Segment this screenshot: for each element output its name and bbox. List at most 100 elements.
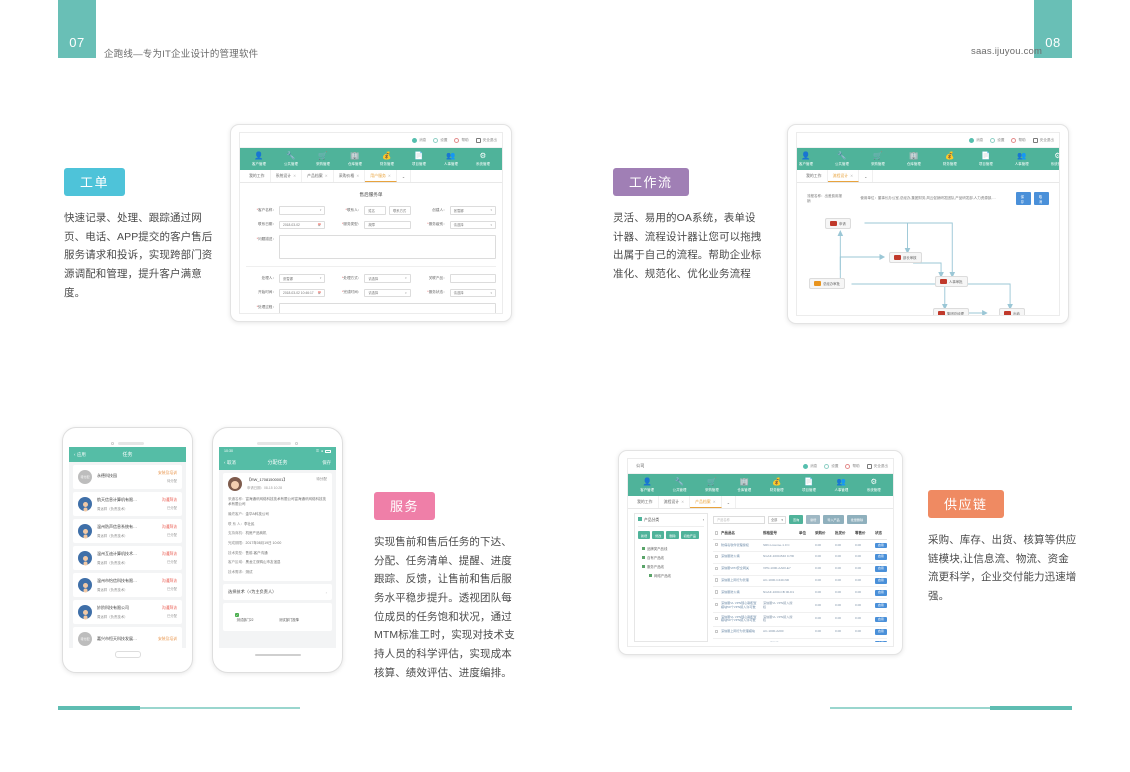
table-row[interactable]: 深信服VL VPN随心聊配置模块50个VPN接入许可数 深信服VL VPN接入授… (713, 612, 887, 627)
process-desc-textarea[interactable] (279, 303, 496, 313)
enable-button[interactable]: 启用 (875, 578, 887, 584)
nav-item-warehouse[interactable]: 🏢 仓库管理 (907, 152, 921, 166)
tree-item[interactable]: 品牌类产品线 (638, 544, 704, 553)
enable-button[interactable]: 启用 (875, 641, 887, 642)
nav-item-customer[interactable]: 👤 客户管理 (252, 152, 266, 166)
service-type-input[interactable]: 故障 (364, 220, 411, 229)
field-contact[interactable]: *联系人： 姓名 联系方式 (331, 206, 411, 215)
tab-overflow-chevron[interactable]: ⌄ (859, 170, 874, 182)
topbar-message[interactable]: 消息 (969, 137, 983, 143)
supply-tabstrip[interactable]: 我的工作 流程设计 ✕ 产品档案 ✕ ⌄ (628, 496, 893, 509)
tree-toolbar[interactable]: 新增 修改 删除 初始产品 (638, 527, 704, 544)
app-main-nav-ticket[interactable]: 👤 客户管理 🔧 公共管理 🛒 采购管理 🏢 仓库管理 💰 财务管理 📄 项目管… (240, 148, 502, 170)
customer-name-input[interactable]: ▾ (279, 206, 326, 215)
handler-select[interactable]: 张雪娜 ▾ (279, 274, 326, 283)
nav-item-hr[interactable]: 👥 人事管理 (834, 478, 848, 492)
table-row[interactable]: 深信服VL VPN随心聊配置模块50个VPN接入许可数 深信服VL VPN接入授… (713, 598, 887, 614)
nav-item-warehouse[interactable]: 🏢 仓库管理 (348, 152, 362, 166)
checkbox[interactable] (715, 554, 719, 558)
table-row[interactable]: 深信服上网行为管理 AC-1000-C440-ND 0.00 0.00 0.00… (713, 575, 887, 588)
nav-item-warehouse[interactable]: 🏢 仓库管理 (737, 478, 751, 492)
nav-item-project[interactable]: 📄 项目管理 (412, 152, 426, 166)
related-product-input[interactable] (449, 274, 496, 283)
workflow-node-apply[interactable]: 申请 (825, 218, 851, 229)
app-main-nav-supply[interactable]: 👤 客户管理 🔧 公共管理 🛒 采购管理 🏢 仓库管理 💰 财务管理 📄 项目管… (628, 474, 893, 496)
topbar-help[interactable]: 帮助 (845, 463, 860, 469)
tab-my-work[interactable]: 我的工作 (244, 170, 271, 182)
checkbox[interactable] (715, 616, 719, 621)
tab-purchase-price[interactable]: 采购价格 ✕ (334, 170, 366, 182)
cancel-button[interactable]: ‹ 取消 (224, 460, 236, 466)
tab-overflow-chevron[interactable]: ⌄ (722, 496, 736, 508)
nav-item-customer[interactable]: 👤 客户管理 (640, 478, 654, 492)
tree-init-button[interactable]: 初始产品 (680, 531, 699, 539)
enable-button[interactable]: 启用 (875, 590, 887, 596)
close-icon[interactable]: ✕ (681, 500, 684, 504)
checkbox[interactable] (715, 603, 719, 607)
list-item[interactable]: 航天信息计算机有限… 周远祥（负责技术） 沟通拜访 已分配 (73, 492, 182, 516)
enable-button[interactable]: 启用 (875, 616, 887, 623)
field-related-product[interactable]: 关联产品： (417, 274, 496, 283)
save-button[interactable]: 保存 (1015, 192, 1031, 205)
checkbox[interactable] (715, 629, 719, 633)
filter-select[interactable]: 全部 ▾ (768, 515, 786, 524)
task-list[interactable]: 待分配 永德科技园 安装及培训 待分配 航天信息计算机有限… 周远祥（负责技术）… (69, 462, 186, 648)
topbar-message[interactable]: 消息 (412, 137, 426, 143)
add-button[interactable]: 新增 (806, 515, 821, 524)
checkbox[interactable] (715, 590, 719, 594)
topbar-logout[interactable]: 安全退出 (866, 463, 888, 469)
nav-item-service[interactable]: 🔧 公共管理 (673, 478, 687, 492)
field-start-time[interactable]: 开始时间： 2018-03-02 10:46:17 📅 (246, 288, 326, 297)
cell-status[interactable]: 启用 (873, 626, 887, 639)
workflow-node-gm-approve[interactable]: 总经办审批 (809, 278, 845, 289)
nav-item-finance[interactable]: 💰 财务管理 (770, 478, 784, 492)
nav-item-system[interactable]: ⚙ 系统管理 (476, 152, 490, 166)
back-button[interactable]: ‹ 应用 (74, 452, 86, 458)
cell-status[interactable]: 启用 (873, 612, 887, 627)
nav-item-project[interactable]: 📄 项目管理 (979, 152, 993, 166)
service-level-select[interactable]: 请选择 ▾ (449, 220, 496, 229)
tree-delete-button[interactable]: 删除 (666, 531, 679, 539)
field-problem-desc[interactable]: *问题描述： (246, 235, 496, 259)
nav-item-purchase[interactable]: 🛒 采购管理 (316, 152, 330, 166)
creator-input[interactable]: 张雪娜 ▾ (449, 206, 496, 215)
tab-product-file[interactable]: 产品档案 ✕ (302, 170, 334, 182)
workflow-action-buttons[interactable]: 保存 取消 (1015, 192, 1050, 205)
field-handle-method[interactable]: *处理方式： 请选择 ▾ (331, 274, 411, 283)
tree-item[interactable]: 自有产品线 (638, 553, 704, 562)
technician-picker[interactable]: ✓ 测试部门22 测试部门投降 (223, 603, 332, 632)
enable-button[interactable]: 启用 (875, 542, 887, 549)
workflow-node-group-gm[interactable]: 集团总经理 (933, 308, 969, 315)
start-time-input[interactable]: 2018-03-02 10:46:17 📅 (279, 288, 326, 297)
table-row[interactable]: 防病毒软件管理授权 SRC-License-1.0 C 0.00 0.00 0.… (713, 539, 887, 552)
nav-item-service[interactable]: 🔧 公共管理 (835, 152, 849, 166)
enable-button[interactable]: 启用 (875, 566, 887, 572)
workflow-tabstrip[interactable]: 我的工作 流程设计 ✕ ⌄ (797, 170, 1059, 183)
contact-name-input[interactable]: 姓名 (364, 206, 386, 215)
enable-button[interactable]: 启用 (875, 629, 887, 635)
calendar-icon[interactable]: 📅 (318, 223, 322, 227)
workflow-node-dept-review[interactable]: 部长审核 (889, 252, 922, 263)
table-row[interactable]: 深信服防火墙 NGAF-1000-CB 00-D1 0.00 0.00 0.00… (713, 586, 887, 600)
cell-status[interactable]: 启用 (873, 598, 887, 614)
field-process-desc[interactable]: *处理过程： (246, 303, 496, 313)
app-main-nav-workflow[interactable]: 👤 客户管理 🔧 公共管理 🛒 采购管理 🏢 仓库管理 💰 财务管理 📄 项目管… (797, 148, 1059, 170)
list-item[interactable]: 妙阶科技有限公司 周远祥（负责技术） 沟通拜访 已分配 (73, 600, 182, 624)
tab-product-file[interactable]: 产品档案 ✕ (690, 496, 722, 508)
handle-method-select[interactable]: 请选择 ▾ (364, 274, 411, 283)
ticket-tabstrip[interactable]: 我的工作 系统设计 ✕ 产品档案 ✕ 采购价格 ✕ 用户服务 ✕ ⌄ (240, 170, 502, 183)
save-button[interactable]: 保存 (322, 460, 331, 466)
topbar-logout[interactable]: 安全退出 (475, 137, 497, 143)
field-contact-date[interactable]: 联系日期： 2018-03-02 📅 (246, 220, 326, 229)
nav-item-system[interactable]: ⚙ 系统管理 (867, 478, 881, 492)
cancel-button[interactable]: 取消 (1033, 192, 1050, 205)
nav-item-hr[interactable]: 👥 人事管理 (1015, 152, 1029, 166)
table-row[interactable]: 深信服防火墙 NGAF-1000-B40 0-HD 0.00 0.00 0.00… (713, 551, 887, 564)
close-icon[interactable]: ✕ (325, 174, 328, 178)
nav-item-finance[interactable]: 💰 财务管理 (380, 152, 394, 166)
cell-status[interactable]: 启用 (873, 563, 887, 576)
tree-add-button[interactable]: 新增 (638, 531, 651, 539)
nav-item-purchase[interactable]: 🛒 采购管理 (705, 478, 719, 492)
service-status-select[interactable]: 请选择 ▾ (449, 288, 496, 297)
cell-status[interactable]: 启用 (873, 575, 887, 588)
